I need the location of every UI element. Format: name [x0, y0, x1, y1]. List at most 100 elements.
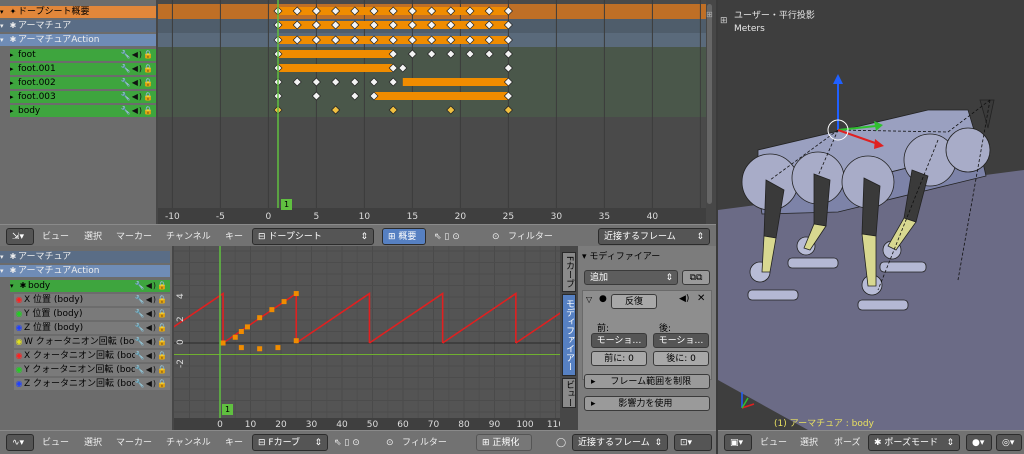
mode-select[interactable]: ⊟ Fカーブ ⇕ [252, 434, 328, 451]
editor-type-menu[interactable]: ⇲▾ [6, 228, 34, 245]
graph-fcurve-channel[interactable]: ◉ Y クォータニオン回転 (body) 🔧◀)🔒 [14, 364, 170, 376]
menu-marker[interactable]: マーカー [116, 435, 152, 451]
graph-channel-group-body[interactable]: ▾ ✱ body 🔧◀)🔒 [10, 280, 170, 292]
filter-icon[interactable]: ⊙ [492, 229, 500, 245]
channel-controls[interactable]: 🔧◀)🔒 [121, 91, 154, 103]
tab-fcurve[interactable]: Fカーブ [562, 252, 576, 292]
use-influence-toggle[interactable]: ▸ 影響力を使用 [584, 396, 710, 411]
fcurve-keyframe[interactable] [293, 338, 299, 344]
after-count-field[interactable]: 後に: 0 [653, 351, 709, 366]
menu-pose[interactable]: ポーズ [834, 435, 861, 451]
editor-type-menu[interactable]: ∿▾ [6, 434, 34, 451]
channel-controls[interactable]: 🔧◀)🔒 [134, 308, 168, 320]
interaction-mode-select[interactable]: ✱ ポーズモード ⇕ [868, 434, 960, 451]
fcurve-keyframe[interactable] [275, 345, 281, 351]
menu-select[interactable]: 選択 [84, 435, 102, 451]
fcurve-keyframe[interactable] [281, 299, 287, 305]
menu-select[interactable]: 選択 [800, 435, 818, 451]
channel-controls[interactable]: 🔧◀)🔒 [134, 294, 168, 306]
graph-channel-object[interactable]: ▾ ✱ アーマチュア [0, 251, 170, 263]
graph-fcurve-channel[interactable]: ◉ W クォータニオン回転 (body) 🔧◀)🔒 [14, 336, 170, 348]
menu-view[interactable]: ビュー [42, 229, 69, 245]
graph-fcurve-channel[interactable]: ◉ Z クォータニオン回転 (body) 🔧◀)🔒 [14, 378, 170, 390]
graph-area[interactable]: 0102030405060708090100110 420-2 [174, 246, 560, 430]
add-modifier-select[interactable]: 追加 ⇕ [584, 270, 678, 285]
pivot-select[interactable]: ◎▾ [996, 434, 1022, 451]
fcurve-keyframe[interactable] [244, 324, 250, 330]
before-mode-select[interactable]: モーショ… [591, 333, 647, 348]
channel-controls[interactable]: 🔧◀)🔒 [121, 105, 154, 117]
visibility-eye-icon[interactable]: ◉ [14, 378, 24, 390]
menu-channel[interactable]: チャンネル [166, 435, 211, 451]
filter-label[interactable]: フィルター [508, 229, 553, 245]
close-icon[interactable]: ✕ [697, 293, 705, 304]
visibility-eye-icon[interactable]: ◉ [14, 294, 24, 306]
visibility-eye-icon[interactable]: ◉ [14, 336, 24, 348]
copy-paste-icons[interactable]: ⧉⧉ [682, 270, 710, 285]
visibility-eye-icon[interactable]: ◉ [14, 350, 24, 362]
channel-controls[interactable]: 🔧◀)🔒 [134, 350, 168, 362]
viewport-corner-plus-icon[interactable]: ⊞ [720, 16, 728, 26]
restrict-frame-range-toggle[interactable]: ▸ フレーム範囲を制限 [584, 374, 710, 389]
after-mode-select[interactable]: モーショ… [653, 333, 709, 348]
dopesheet-current-frame-badge[interactable]: 1 [281, 199, 292, 210]
channel-group-body[interactable]: ▸ body 🔧◀)🔒 [10, 105, 156, 117]
fcurve-keyframe[interactable] [293, 291, 299, 297]
channel-group-foot[interactable]: ▸ foot 🔧◀)🔒 [10, 49, 156, 61]
fcurve-keyframe[interactable] [238, 329, 244, 334]
editor-type-menu[interactable]: ▣▾ [724, 434, 752, 451]
viewport-scene[interactable] [718, 0, 1024, 430]
channel-controls[interactable]: 🔧◀)🔒 [121, 77, 154, 89]
graph-fcurve-channel[interactable]: ◉ Y 位置 (body) 🔧◀)🔒 [14, 308, 170, 320]
menu-channel[interactable]: チャンネル [166, 229, 211, 245]
channel-summary[interactable]: ▾ ✦ ドープシート概要 [0, 6, 156, 18]
filter-label[interactable]: フィルター [402, 435, 447, 451]
visibility-eye-icon[interactable]: ◉ [14, 308, 24, 320]
pivot-icon[interactable]: ◯ [556, 435, 566, 451]
fcurve-keyframe[interactable] [232, 334, 238, 340]
menu-marker[interactable]: マーカー [116, 229, 152, 245]
graph-fcurve-channel[interactable]: ◉ X 位置 (body) 🔧◀)🔒 [14, 294, 170, 306]
selection-icons[interactable]: ⇖ ▯ ⊙ [434, 229, 460, 245]
channel-controls[interactable]: 🔧◀)🔒 [134, 364, 168, 376]
summary-toggle[interactable]: ⊞ 概要 [382, 228, 426, 245]
fcurve-keyframe[interactable] [220, 340, 226, 346]
channel-action[interactable]: ▾ ✱ アーマチュアAction [0, 34, 156, 46]
fcurve-keyframe[interactable] [257, 315, 263, 321]
area-split-handle[interactable]: ⊞ [706, 10, 716, 20]
filter-icon[interactable]: ⊙ [386, 435, 394, 451]
channel-controls[interactable]: 🔧◀)🔒 [134, 322, 168, 334]
modifier-name-field[interactable]: 反復 [611, 294, 657, 309]
normalize-toggle[interactable]: ⊞ 正規化 [476, 434, 532, 451]
shading-select[interactable]: ●▾ [966, 434, 992, 451]
graph-fcurve-channel[interactable]: ◉ X クォータニオン回転 (body) 🔧◀)🔒 [14, 350, 170, 362]
channel-controls[interactable]: 🔧◀)🔒 [134, 378, 168, 390]
before-count-field[interactable]: 前に: 0 [591, 351, 647, 366]
viewport-3d[interactable]: ユーザー・平行投影 Meters (1) アーマチュア : body ⊞ ▣▾ … [718, 0, 1024, 454]
tab-view[interactable]: ビュー [562, 378, 576, 408]
fcurve-keyframe[interactable] [257, 346, 263, 352]
snap-select[interactable]: 近接するフレーム ⇕ [598, 228, 710, 245]
modifier-panel-header[interactable]: ▾ モディファイアー [582, 250, 710, 264]
menu-key[interactable]: キー [225, 435, 243, 451]
mute-speaker-icon[interactable]: ◀) [679, 294, 689, 304]
graph-fcurve-channel[interactable]: ◉ Z 位置 (body) 🔧◀)🔒 [14, 322, 170, 334]
channel-controls[interactable]: 🔧◀)🔒 [135, 280, 168, 292]
expand-icon[interactable]: ▽ [586, 295, 592, 304]
dopesheet-timeline[interactable]: -10 -5 0 5 10 15 20 25 30 35 40 [158, 0, 706, 224]
mode-select[interactable]: ⊟ ドープシート ⇕ [252, 228, 374, 245]
pivot-select[interactable]: ⊡▾ [674, 434, 712, 451]
fcurve-keyframe[interactable] [238, 345, 244, 351]
selection-icons[interactable]: ⇖ ▯ ⊙ [334, 435, 360, 451]
menu-select[interactable]: 選択 [84, 229, 102, 245]
fcurve-keyframe[interactable] [269, 307, 275, 313]
channel-controls[interactable]: 🔧◀)🔒 [121, 49, 154, 61]
channel-controls[interactable]: 🔧◀)🔒 [134, 336, 168, 348]
menu-key[interactable]: キー [225, 229, 243, 245]
channel-object[interactable]: ▾ ✱ アーマチュア [0, 20, 156, 32]
channel-group-foot003[interactable]: ▸ foot.003 🔧◀)🔒 [10, 91, 156, 103]
dopesheet-scrollbar[interactable] [707, 4, 712, 204]
graph-current-frame-badge[interactable]: 1 [222, 404, 233, 415]
menu-view[interactable]: ビュー [760, 435, 787, 451]
channel-controls[interactable]: 🔧◀)🔒 [121, 63, 154, 75]
